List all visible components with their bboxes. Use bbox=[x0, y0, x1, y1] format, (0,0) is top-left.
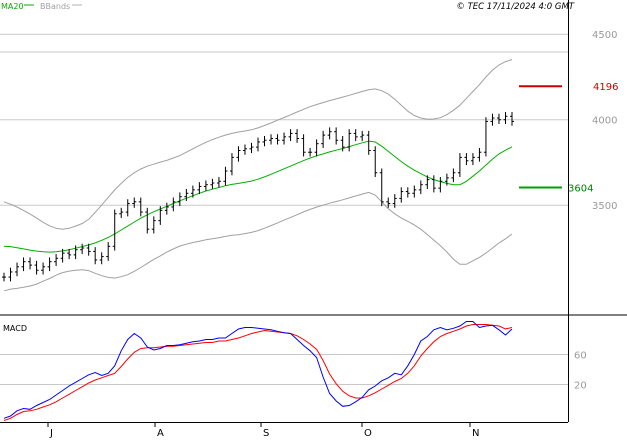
macd-line bbox=[3, 321, 513, 419]
copyright-text: © TEC 17/11/2024 4:0 GMT bbox=[456, 2, 574, 12]
bband-lower-line bbox=[3, 191, 513, 292]
x-tick-label: O bbox=[364, 428, 372, 439]
stock-chart: 4196 3604 4500 4000 3500 60 20 J A S O N MA20 BBan… bbox=[0, 0, 627, 440]
legend-bbands: BBands bbox=[40, 2, 70, 11]
macd-panel-title: MACD bbox=[3, 324, 27, 333]
x-tick-label: A bbox=[157, 428, 164, 439]
ma20-line bbox=[3, 140, 513, 253]
macd-y-tick-label: 60 bbox=[574, 351, 587, 362]
price-y-tick-label: 3500 bbox=[592, 201, 617, 212]
chart-canvas: 4196 3604 4500 4000 3500 60 20 J A S O N MA20 BBan… bbox=[0, 0, 627, 439]
macd-signal-line bbox=[3, 324, 513, 421]
support-label: 3604 bbox=[568, 183, 593, 194]
resistance-label: 4196 bbox=[593, 82, 618, 93]
macd-y-tick-label: 20 bbox=[574, 381, 587, 392]
x-tick-label: N bbox=[472, 428, 479, 439]
price-y-tick-label: 4000 bbox=[592, 116, 617, 127]
legend-ma20: MA20 bbox=[1, 2, 24, 11]
x-tick-label: J bbox=[49, 428, 53, 439]
x-tick-label: S bbox=[263, 428, 269, 439]
price-y-tick-label: 4500 bbox=[592, 30, 617, 41]
